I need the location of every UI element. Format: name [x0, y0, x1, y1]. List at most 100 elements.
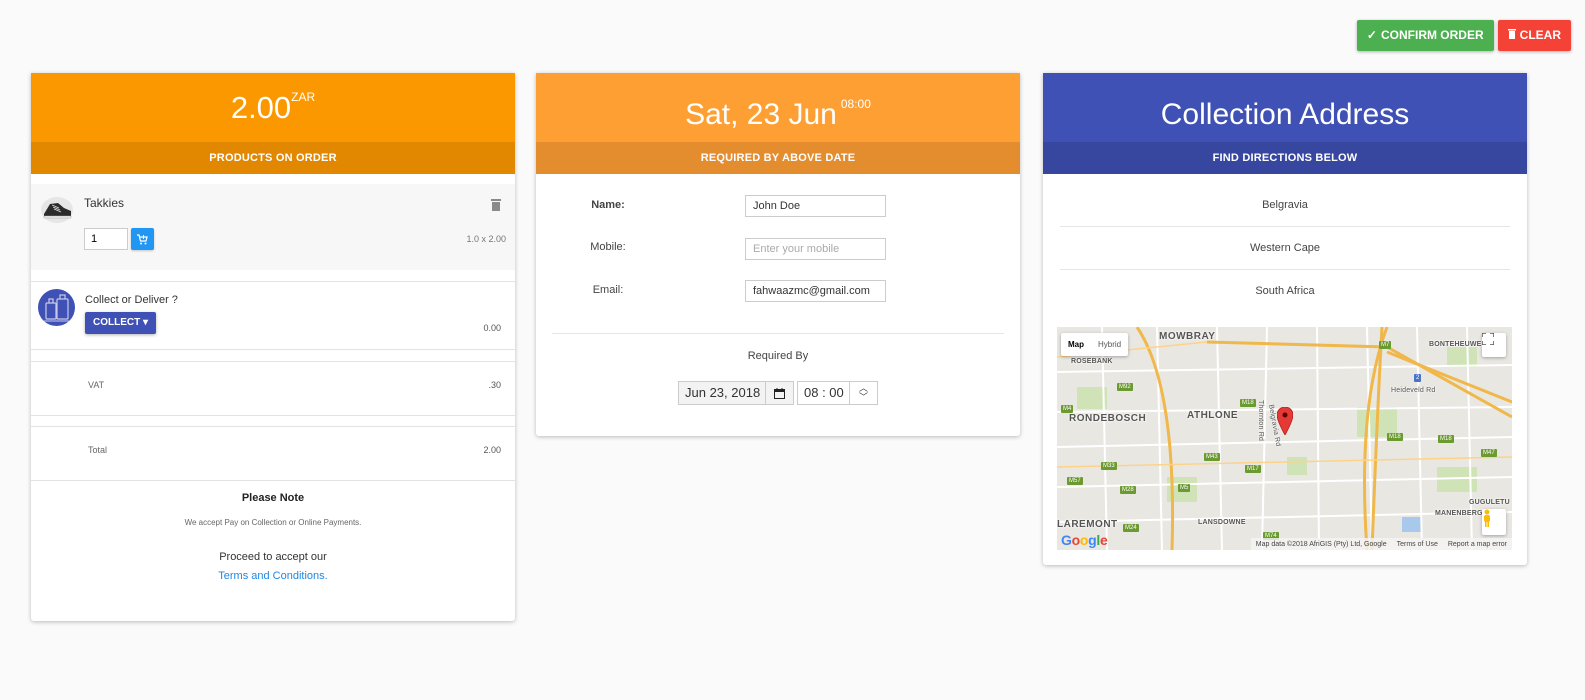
quantity-input[interactable] [84, 228, 128, 250]
map-place: LAREMONT [1057, 519, 1118, 530]
mobile-label: Mobile: [590, 241, 626, 253]
mobile-field[interactable] [745, 238, 886, 260]
time-picker[interactable]: 08 : 00 ︿ ﹀ [797, 381, 878, 405]
map-place: MOWBRAY [1159, 331, 1216, 342]
collect-or-deliver-label: Collect or Deliver ? [85, 294, 178, 306]
map-place: MANENBERG [1435, 510, 1483, 517]
road-shield: M47 [1481, 449, 1497, 457]
vat-row: VAT .30 [31, 361, 515, 416]
clear-label: CLEAR [1519, 28, 1561, 42]
product-row: Takkies 1.0 x 2.00 [31, 184, 515, 270]
products-card-header: 2.00ZAR [31, 73, 515, 142]
map-type-hybrid[interactable]: Hybrid [1091, 333, 1128, 356]
required-date-heading: Sat, 23 Jun 08:00 [685, 97, 871, 131]
map-street: Thornton Rd [1257, 399, 1265, 442]
terms-of-use-link[interactable]: Terms of Use [1397, 541, 1438, 548]
map-type-map[interactable]: Map [1061, 333, 1091, 356]
product-name: Takkies [84, 196, 125, 210]
add-to-cart-button[interactable] [131, 228, 154, 250]
road-shield: 2 [1414, 374, 1422, 382]
delete-item-icon[interactable] [491, 198, 501, 211]
cart-icon [137, 233, 148, 244]
terms-link[interactable]: Terms and Conditions. [218, 570, 327, 582]
email-label: Email: [592, 284, 624, 296]
road-shield: M33 [1101, 462, 1117, 470]
time-stepper[interactable]: ︿ ﹀ [849, 382, 877, 404]
collect-dropdown-button[interactable]: COLLECT ▾ [85, 312, 157, 334]
map-place: RONDEBOSCH [1069, 413, 1147, 424]
fullscreen-icon[interactable] [1482, 333, 1506, 357]
map-place: ATHLONE [1187, 410, 1239, 421]
road-shield: M57 [1067, 477, 1083, 485]
location-pin-icon[interactable] [1277, 407, 1293, 435]
address-line-province: Western Cape [1060, 227, 1510, 270]
order-total-amount: 2.00ZAR [230, 90, 316, 125]
caret-down-icon: ▾ [143, 317, 149, 328]
details-card-header: Sat, 23 Jun 08:00 [536, 73, 1020, 142]
map-type-toggle: Map Hybrid [1061, 333, 1129, 356]
line-amount: 1.0 x 2.00 [466, 234, 506, 244]
name-label: Name: [591, 199, 625, 211]
map-footer: Map data ©2018 AfriGIS (Pty) Ltd, Google… [1250, 538, 1512, 550]
map-place: GUGULETU [1469, 499, 1510, 506]
road-shield: M28 [1120, 486, 1136, 494]
collect-amount: 0.00 [483, 323, 501, 333]
top-actions: ✓ CONFIRM ORDER CLEAR [1356, 20, 1571, 51]
form-divider [552, 333, 1004, 334]
note-text: We accept Pay on Collection or Online Pa… [184, 518, 362, 527]
address-line-suburb: Belgravia [1060, 184, 1510, 227]
map-data-attribution: Map data ©2018 AfriGIS (Pty) Ltd, Google [1255, 540, 1387, 548]
vat-label: VAT [88, 380, 105, 390]
google-logo: Google [1061, 532, 1108, 548]
email-field[interactable] [745, 280, 886, 302]
required-time: 08:00 [840, 97, 871, 111]
products-card: 2.00ZAR PRODUCTS ON ORDER Takkies 1.0 x … [31, 73, 515, 621]
check-icon: ✓ [1366, 28, 1377, 42]
map-place: LANSDOWNE [1198, 519, 1246, 526]
confirm-order-button[interactable]: ✓ CONFIRM ORDER [1356, 20, 1494, 51]
road-shield: M18 [1387, 433, 1403, 441]
road-shield: M43 [1204, 453, 1220, 461]
road-shield: M24 [1123, 524, 1139, 532]
collect-row: Collect or Deliver ? COLLECT ▾ 0.00 [31, 281, 515, 350]
map[interactable]: MOWBRAY ROSEBANK RONDEBOSCH ATHLONE BONT… [1057, 327, 1512, 550]
address-line-country: South Africa [1255, 285, 1315, 297]
required-by-label: Required By [747, 350, 809, 362]
pegman-icon[interactable] [1482, 509, 1506, 535]
name-field[interactable] [745, 195, 886, 217]
chevron-down-icon[interactable]: ﹀ [859, 393, 868, 402]
currency-label: ZAR [291, 90, 316, 104]
confirm-order-label: CONFIRM ORDER [1380, 28, 1484, 42]
vat-value: .30 [488, 380, 501, 390]
note-title: Please Note [241, 492, 305, 504]
road-shield: M7 [1379, 341, 1392, 349]
road-shield: M5 [1178, 484, 1191, 492]
map-street: Heideveld Rd [1391, 387, 1436, 394]
clear-button[interactable]: CLEAR [1497, 20, 1571, 51]
address-card: Collection Address FIND DIRECTIONS BELOW… [1043, 73, 1527, 565]
note-proceed: Proceed to accept our [219, 551, 327, 563]
luggage-icon [38, 289, 75, 326]
date-input[interactable]: Jun 23, 2018 [679, 382, 765, 404]
calendar-icon[interactable] [765, 382, 793, 404]
address-card-header: Collection Address [1043, 73, 1527, 142]
trash-icon [1507, 20, 1516, 51]
road-shield: M92 [1117, 383, 1133, 391]
sneaker-icon [40, 194, 74, 224]
date-picker[interactable]: Jun 23, 2018 [678, 381, 794, 405]
time-input[interactable]: 08 : 00 [798, 382, 849, 404]
road-shield: M4 [1061, 405, 1074, 413]
collection-address-title: Collection Address [1160, 98, 1410, 131]
road-shield: M18 [1438, 435, 1454, 443]
road-shield: M17 [1245, 465, 1261, 473]
map-place: BONTEHEUWEL [1429, 341, 1487, 348]
total-value: 2.00 [483, 445, 501, 455]
total-label: Total [88, 445, 108, 455]
total-row: Total 2.00 [31, 426, 515, 481]
please-note: Please Note We accept Pay on Collection … [31, 492, 515, 584]
road-shield: M18 [1240, 399, 1256, 407]
products-card-subtitle: PRODUCTS ON ORDER [31, 142, 515, 174]
details-card: Sat, 23 Jun 08:00 REQUIRED BY ABOVE DATE … [536, 73, 1020, 436]
report-map-error-link[interactable]: Report a map error [1448, 541, 1507, 548]
map-place: ROSEBANK [1071, 358, 1113, 365]
